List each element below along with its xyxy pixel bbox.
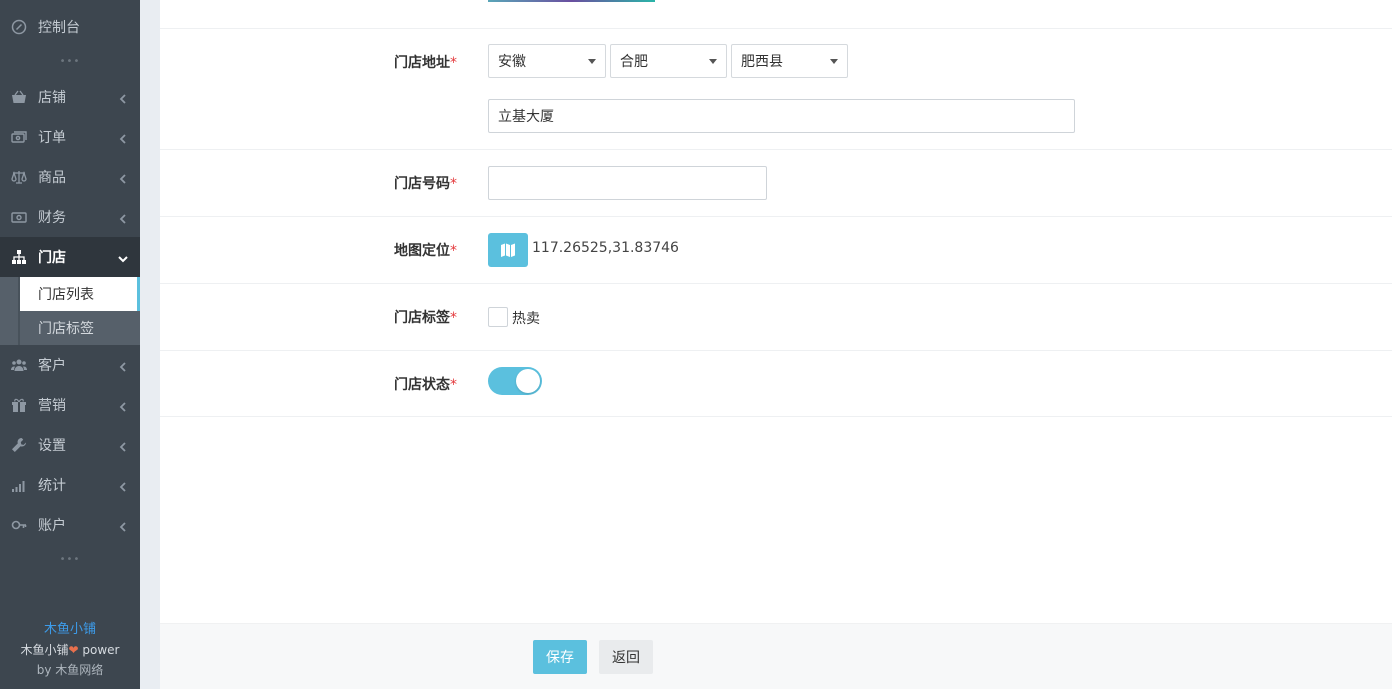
tag-hot-label[interactable]: 热卖: [512, 308, 540, 328]
power-line: 木鱼小铺❤ power: [0, 640, 140, 660]
chevron-left-icon: [118, 360, 128, 372]
sidebar-item-label: 财务: [38, 210, 66, 226]
sidebar-item-account[interactable]: 账户: [0, 505, 140, 545]
by-prefix: by: [36, 663, 56, 677]
sidebar-item-label: 客户: [38, 358, 66, 374]
chevron-left-icon: [118, 520, 128, 532]
sidebar-item-label: 门店: [38, 250, 66, 266]
money-stack-icon: [11, 129, 27, 145]
sidebar-item-label: 设置: [38, 438, 66, 454]
sidebar-item-label: 订单: [38, 130, 66, 146]
chevron-left-icon: [118, 92, 128, 104]
brand-name: 木鱼小铺: [43, 622, 96, 637]
save-button[interactable]: 保存: [533, 640, 587, 674]
sidebar-item-settings[interactable]: 设置: [0, 425, 140, 465]
district-select[interactable]: 肥西县: [731, 44, 848, 78]
caret-down-icon: [709, 59, 717, 64]
sidebar-item-statistics[interactable]: 统计: [0, 465, 140, 505]
address-detail-input[interactable]: [488, 99, 1075, 133]
sidebar-item-label: 账户: [38, 518, 66, 534]
by-line: by 木鱼网络: [0, 660, 140, 680]
form-row-tag: 门店标签*: [160, 284, 1392, 351]
by-company-link[interactable]: 木鱼网络: [55, 663, 103, 677]
sidebar-brand: 木鱼小铺 木鱼小铺❤ power by 木鱼网络: [0, 620, 140, 680]
sidebar-item-shop[interactable]: 店铺: [0, 77, 140, 117]
sidebar-item-label: 营销: [38, 398, 66, 414]
chevron-down-icon: [118, 252, 128, 263]
map-label: 地图定位*: [394, 243, 457, 259]
city-value: 合肥: [620, 54, 648, 70]
sidebar-item-finance[interactable]: 财务: [0, 197, 140, 237]
wrench-icon: [11, 437, 27, 453]
sidebar-divider-dots: •••: [59, 554, 81, 565]
sitemap-icon: [11, 249, 27, 265]
sidebar-subitem-store-list[interactable]: 门店列表: [20, 277, 140, 311]
users-icon: [11, 357, 27, 373]
heart-icon: ❤: [68, 643, 79, 657]
sidebar: 控制台 ••• 店铺 订单 商品 财务 门店 门店列表 门店标签 客户 营销 设…: [0, 0, 140, 689]
caret-down-icon: [588, 59, 596, 64]
address-label: 门店地址*: [394, 55, 457, 71]
district-value: 肥西县: [741, 54, 783, 70]
form-row-status: 门店状态*: [160, 351, 1392, 417]
chevron-left-icon: [118, 212, 128, 224]
form-row-address: 门店地址* 安徽 合肥 肥西县: [160, 29, 1392, 150]
sidebar-item-orders[interactable]: 订单: [0, 117, 140, 157]
map-locate-button[interactable]: [488, 233, 528, 267]
sidebar-item-stores[interactable]: 门店: [0, 237, 140, 277]
chevron-left-icon: [118, 480, 128, 492]
chevron-left-icon: [118, 440, 128, 452]
status-toggle[interactable]: [488, 367, 542, 395]
gift-icon: [11, 397, 27, 413]
dashboard-icon: [11, 19, 27, 35]
scale-icon: [11, 169, 27, 185]
form-footer: 保存 返回: [160, 623, 1392, 689]
sidebar-item-label: 店铺: [38, 90, 66, 106]
phone-input[interactable]: [488, 166, 767, 200]
map-icon: [501, 243, 515, 257]
toggle-knob: [516, 369, 540, 393]
city-select[interactable]: 合肥: [610, 44, 727, 78]
province-select[interactable]: 安徽: [488, 44, 606, 78]
sidebar-subitem-store-tags[interactable]: 门店标签: [20, 311, 140, 345]
form-row-image: [160, 0, 1392, 29]
sidebar-item-marketing[interactable]: 营销: [0, 385, 140, 425]
chevron-left-icon: [118, 400, 128, 412]
map-coordinates: 117.26525,31.83746: [532, 240, 679, 256]
power-prefix: 木鱼小铺: [20, 643, 69, 657]
sidebar-divider-dots: •••: [59, 56, 81, 67]
sidebar-item-label: 商品: [38, 170, 66, 186]
sidebar-item-products[interactable]: 商品: [0, 157, 140, 197]
back-button[interactable]: 返回: [599, 640, 653, 674]
main-content: 门店地址* 安徽 合肥 肥西县 门店号码* 地图定位* 117.26525,31…: [160, 0, 1392, 689]
status-label: 门店状态*: [394, 377, 457, 393]
form-row-phone: 门店号码*: [160, 150, 1392, 217]
signal-bars-icon: [11, 477, 27, 493]
province-value: 安徽: [498, 54, 526, 70]
chevron-left-icon: [118, 172, 128, 184]
tag-label: 门店标签*: [394, 310, 457, 326]
basket-icon: [11, 89, 27, 105]
chevron-left-icon: [118, 132, 128, 144]
sidebar-item-customers[interactable]: 客户: [0, 345, 140, 385]
tag-hot-checkbox[interactable]: [488, 307, 508, 327]
phone-label: 门店号码*: [394, 176, 457, 192]
sidebar-item-dashboard[interactable]: 控制台: [0, 7, 140, 47]
sidebar-item-label: 控制台: [38, 20, 80, 36]
banknote-icon: [11, 209, 27, 225]
power-suffix: power: [78, 643, 120, 657]
form-row-map: 地图定位*: [160, 217, 1392, 284]
sidebar-item-label: 统计: [38, 478, 66, 494]
key-icon: [11, 517, 27, 533]
caret-down-icon: [830, 59, 838, 64]
